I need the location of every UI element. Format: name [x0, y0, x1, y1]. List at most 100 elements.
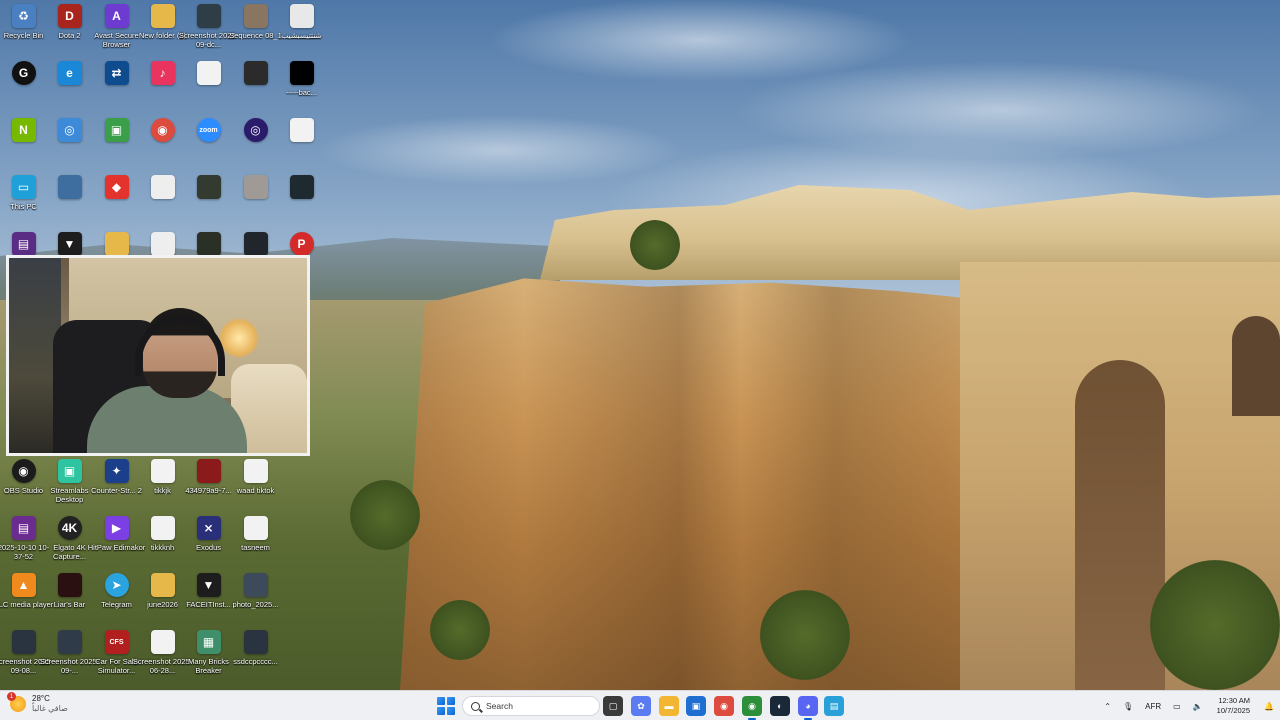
desktop-shortcut[interactable]: ssdccpcccc... [232, 626, 279, 682]
network-icon: ◎ [57, 118, 82, 142]
desktop-shortcut[interactable]: ♻ Recycle Bin [0, 0, 47, 56]
weather-temperature: 28°C [32, 694, 50, 703]
desktop-shortcut[interactable]: ▭ This PC [0, 171, 47, 227]
desktop-shortcut[interactable]: ♪ [139, 57, 186, 113]
taskbar-search-box[interactable]: Search [462, 696, 600, 716]
avast-browser-icon: A [104, 4, 129, 28]
desktop-shortcut[interactable]: ◆ [93, 171, 140, 227]
steam-icon[interactable]: ◐ [770, 696, 790, 716]
windows-logo-icon [437, 697, 446, 706]
nvidia-icon: N [11, 118, 36, 142]
clock-date: 10/7/2025 [1216, 706, 1251, 715]
volume-icon[interactable]: 🔈 [1187, 702, 1209, 711]
screenshot-file-icon [196, 4, 221, 28]
task-view-icon[interactable]: ▢ [603, 696, 623, 716]
webcam-lamp [219, 318, 259, 358]
desktop-shortcut[interactable]: tasneem [232, 512, 279, 568]
desktop-shortcut[interactable]: ◉ [139, 114, 186, 170]
start-button[interactable] [437, 697, 455, 715]
desktop-shortcut[interactable] [232, 171, 279, 227]
desktop-shortcut[interactable]: ➤ Telegram [93, 569, 140, 625]
desktop-shortcut[interactable] [46, 171, 93, 227]
game-icon [243, 61, 268, 85]
copilot-icon[interactable]: ✿ [631, 696, 651, 716]
text-file-icon [196, 61, 221, 85]
desktop-shortcut[interactable]: ▣ Streamlabs Desktop [46, 455, 93, 511]
taskbar: 1 28°C صافي غالباً Search ⌃ 🎙 AFR ▭ 🔈 12… [0, 690, 1280, 720]
tiktok-icon: ♪ [150, 61, 175, 85]
desktop-shortcut[interactable]: G [0, 57, 47, 113]
desktop-shortcut[interactable]: waad tiktok [232, 455, 279, 511]
windows-logo-icon-pane [437, 706, 446, 715]
desktop-shortcut[interactable]: ▶ HitPaw Edimakor [88, 512, 145, 568]
desktop-shortcut[interactable]: june2026 [139, 569, 186, 625]
desktop-shortcut[interactable] [139, 171, 186, 227]
desktop-shortcut[interactable]: ⨯ Exodus [185, 512, 232, 568]
notification-bell-icon[interactable]: 🔔 [1258, 702, 1280, 711]
screenshot-file-icon [243, 630, 268, 654]
phone-image-icon [196, 175, 221, 199]
desktop-shortcut[interactable] [232, 57, 279, 113]
desktop-shortcut[interactable]: tikkknh [139, 512, 186, 568]
wallpaper-tree [350, 480, 420, 550]
monitor-icon: ▭ [11, 175, 36, 199]
network-icon[interactable]: ▭ [1167, 702, 1187, 711]
desktop-shortcut[interactable]: 434979a9-7... [185, 455, 232, 511]
faceit-icon: ▼ [196, 573, 221, 597]
discord-icon[interactable]: ◕ [798, 696, 818, 720]
chrome-icon[interactable]: ◉ [714, 696, 734, 716]
taskbar-clock[interactable]: 12:30 AM 10/7/2025 [1209, 696, 1258, 716]
desktop-shortcut-label: -----bac... [286, 88, 317, 97]
desktop-shortcut[interactable]: ◎ [232, 114, 279, 170]
desktop-shortcut[interactable]: Liar's Bar [46, 569, 93, 625]
desktop-shortcut[interactable]: ▼ FACEITInst... [185, 569, 232, 625]
wallpaper-tree [1150, 560, 1280, 690]
obs-like-icon: ◎ [243, 118, 268, 142]
desktop-shortcut[interactable] [278, 171, 325, 227]
microphone-icon[interactable]: 🎙 [1117, 702, 1139, 711]
desktop-shortcut[interactable]: ⇄ [93, 57, 140, 113]
recycle-bin-icon: ♻ [11, 4, 36, 28]
desktop-shortcut[interactable]: tikkjk [139, 455, 186, 511]
desktop-shortcut[interactable]: -----bac... [278, 57, 325, 113]
dota2-icon: D [57, 4, 82, 28]
desktop-shortcut[interactable]: ◎ [46, 114, 93, 170]
desktop-shortcut[interactable]: 4K Elgato 4K Capture... [46, 512, 93, 568]
tray-overflow-chevron-icon[interactable]: ⌃ [1098, 702, 1117, 711]
desktop-shortcut[interactable] [185, 171, 232, 227]
desktop-shortcut[interactable] [185, 57, 232, 113]
phone-image-icon [196, 232, 221, 256]
chrome-profile-icon[interactable]: ◉ [742, 696, 762, 720]
desktop-shortcut[interactable]: A Avast Secure Browser [93, 0, 140, 56]
file-explorer-icon[interactable]: ▬ [659, 696, 679, 716]
screenshot-file-icon [57, 630, 82, 654]
desktop-shortcut[interactable]: photo_2025... [232, 569, 279, 625]
input-language[interactable]: AFR [1139, 702, 1167, 711]
desktop-shortcut[interactable]: Sequence 08_1 [229, 0, 282, 56]
wallpaper-tree [630, 220, 680, 270]
desktop-shortcut-label: شنثتيسبشيب [281, 31, 322, 40]
desktop-shortcut-label: photo_2025... [232, 600, 279, 609]
store-icon[interactable]: ▣ [686, 696, 706, 716]
desktop-shortcut[interactable]: zoom [185, 114, 232, 170]
chrome-icon: ◉ [150, 118, 175, 142]
folder-icon [150, 573, 175, 597]
cs2-icon: ✦ [104, 459, 129, 483]
desktop-shortcut[interactable]: ▦ Many Bricks Breaker [185, 626, 232, 682]
pdf-icon: P [289, 232, 314, 256]
desktop-shortcut[interactable]: ▲VLC media player [0, 569, 53, 625]
desktop-shortcut[interactable]: e [46, 57, 93, 113]
faceit-icon: ▼ [57, 232, 82, 256]
weather-widget[interactable]: 1 28°C صافي غالباً [7, 692, 68, 714]
desktop-shortcut[interactable]: ▣ [93, 114, 140, 170]
desktop-shortcut[interactable]: N [0, 114, 47, 170]
desktop-shortcut[interactable]: شنثتيسبشيب [278, 0, 325, 56]
notepad-icon[interactable]: ▤ [824, 696, 844, 716]
g-hub-icon: G [11, 61, 36, 85]
desktop-shortcut[interactable] [278, 114, 325, 170]
bricks-game-icon: ▦ [196, 630, 221, 654]
windows-logo-icon-pane [446, 706, 455, 715]
desktop-shortcut[interactable]: Screenshot 2025-09-dc... [179, 0, 238, 56]
folder-icon [104, 232, 129, 256]
desktop-shortcut[interactable]: ✦ Counter-Str... 2 [91, 455, 142, 511]
